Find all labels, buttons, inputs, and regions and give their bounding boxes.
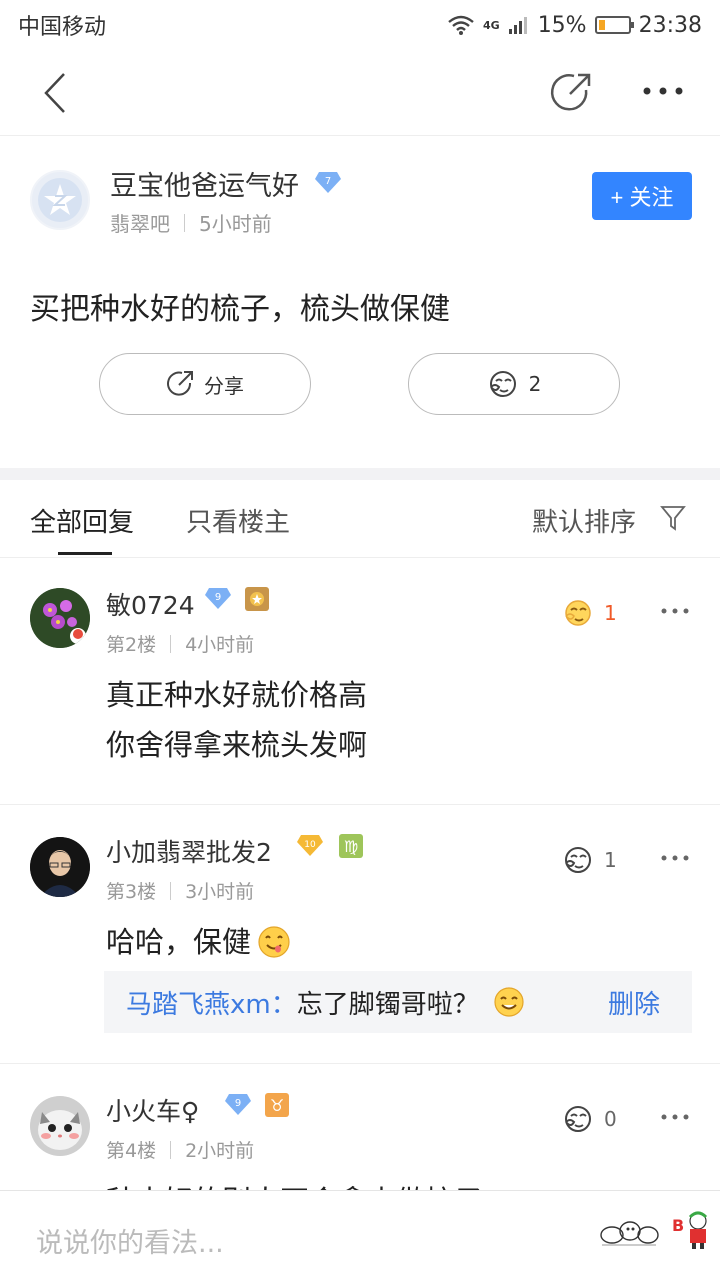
reply-avatar[interactable] xyxy=(30,1096,90,1156)
sub-reply-text: 忘了脚镯哥啦？ xyxy=(296,989,479,1020)
carrier-label: 中国移动 xyxy=(18,15,107,40)
cartoon-sticker-icon[interactable]: B xyxy=(672,1209,712,1251)
section-divider xyxy=(0,468,720,480)
nav-bar xyxy=(0,50,720,136)
reply-floor: 第4楼 xyxy=(106,1140,157,1162)
status-right: 4G 15% 23:38 xyxy=(447,13,702,38)
like-face-icon xyxy=(489,371,516,397)
reply-line: 种水好的别人不会拿来做梳子 xyxy=(106,1176,483,1190)
reply-content: 种水好的别人不会拿来做梳子 xyxy=(106,1176,483,1190)
svg-text:♉: ♉ xyxy=(270,1096,284,1115)
forum-name[interactable]: 翡翠吧 xyxy=(110,208,170,237)
clock: 23:38 xyxy=(638,12,702,38)
sub-reply[interactable]: 马踏飞燕xm： 忘了脚镯哥啦？ 删除 xyxy=(104,971,692,1033)
like-count: 2 xyxy=(528,372,542,396)
flower-avatar-image xyxy=(30,588,90,648)
level-diamond-icon: 10 xyxy=(297,835,323,856)
delete-sub-reply-button[interactable]: 删除 xyxy=(608,984,660,1021)
post-title: 买把种水好的梳子，梳头做保健 xyxy=(30,292,450,327)
reply-content: 真正种水好就价格高 你舍得拿来梳头发啊 xyxy=(106,670,367,770)
reply-floor: 第2楼 xyxy=(106,634,157,656)
post-header: 豆宝他爸运气好 7 翡翠吧 5小时前 + 关注 xyxy=(0,136,720,256)
tab-only-owner[interactable]: 只看楼主 xyxy=(186,502,290,539)
reply-author-name[interactable]: 敏0724 xyxy=(106,586,195,622)
reply-author-name[interactable]: 小火车♀ xyxy=(106,1092,199,1128)
author-avatar[interactable] xyxy=(30,170,90,230)
reply-tabs: 全部回复 只看楼主 默认排序 xyxy=(0,480,720,558)
tab-all-replies[interactable]: 全部回复 xyxy=(30,502,134,539)
reply-time: 3小时前 xyxy=(185,881,255,903)
reply-level: 10 xyxy=(304,840,316,850)
liked-face-icon xyxy=(565,600,591,626)
reply-floor: 第3楼 xyxy=(106,881,157,903)
reply-level: 9 xyxy=(235,1098,241,1109)
back-arrow-icon[interactable] xyxy=(36,68,76,118)
doodle-sticker-icon[interactable] xyxy=(598,1217,660,1247)
virgo-zodiac-icon: ♍ xyxy=(339,834,363,858)
reply-meta: 第4楼 2小时前 xyxy=(106,1136,254,1163)
author-name[interactable]: 豆宝他爸运气好 xyxy=(110,164,299,203)
author-level: 7 xyxy=(325,176,331,187)
medal-badge-icon xyxy=(245,587,269,611)
post-time: 5小时前 xyxy=(199,212,272,236)
person-avatar-image xyxy=(30,837,90,897)
reply-author-name[interactable]: 小加翡翠批发2 xyxy=(106,833,272,869)
reply-line: 你舍得拿来梳头发啊 xyxy=(106,728,368,762)
reply-avatar[interactable] xyxy=(30,588,90,648)
signal-icon xyxy=(508,17,527,34)
battery-icon xyxy=(594,16,634,34)
more-options-icon[interactable] xyxy=(640,76,686,106)
battery-percent: 15% xyxy=(537,12,587,38)
cat-avatar-image xyxy=(30,1096,90,1156)
share-icon[interactable] xyxy=(548,70,594,116)
reply-like-count: 0 xyxy=(604,1107,617,1131)
share-button[interactable]: 分享 xyxy=(99,353,311,415)
reply-content: 哈哈，保健 xyxy=(106,917,291,967)
reply-meta: 第2楼 4小时前 xyxy=(106,630,254,657)
share-icon xyxy=(167,371,193,396)
reply-more-icon[interactable] xyxy=(660,606,690,616)
svg-text:♍: ♍ xyxy=(344,837,358,856)
like-face-icon xyxy=(565,1106,591,1132)
reply-like-count: 1 xyxy=(604,601,617,625)
like-face-icon xyxy=(565,847,591,873)
reply-item: 敏0724 9 第2楼 4小时前 真正种水好就价格高 你舍得拿来梳头发啊 1 xyxy=(0,558,720,804)
level-diamond-icon: 9 xyxy=(205,588,231,609)
reply-more-icon[interactable] xyxy=(660,853,690,863)
reply-item: 小加翡翠批发2 10 ♍ 第3楼 3小时前 哈哈，保健 马踏飞燕xm： 忘了脚镯… xyxy=(0,805,720,1063)
network-type: 4G xyxy=(483,18,500,32)
author-meta: 翡翠吧 5小时前 xyxy=(110,208,272,237)
comment-input-placeholder[interactable]: 说说你的看法... xyxy=(36,1221,224,1260)
reply-line: 真正种水好就价格高 xyxy=(106,678,368,712)
smile-emoji-icon xyxy=(494,987,524,1017)
sort-selector[interactable]: 默认排序 xyxy=(532,502,636,539)
wifi-icon xyxy=(448,15,474,35)
status-bar: 中国移动 4G 15% 23:38 xyxy=(0,0,720,50)
filter-icon[interactable] xyxy=(660,504,686,532)
reply-time: 2小时前 xyxy=(185,1140,255,1162)
follow-button[interactable]: + 关注 xyxy=(592,172,692,220)
taurus-zodiac-icon: ♉ xyxy=(265,1093,289,1117)
level-diamond-icon: 9 xyxy=(225,1094,251,1115)
default-avatar-icon xyxy=(38,178,82,222)
reply-like-button[interactable]: 1 xyxy=(562,598,617,628)
reply-more-icon[interactable] xyxy=(660,1112,690,1122)
svg-text:B: B xyxy=(672,1216,684,1235)
reply-item: 小火车♀ 9 ♉ 第4楼 2小时前 种水好的别人不会拿来做梳子 0 xyxy=(0,1064,720,1190)
active-tab-indicator xyxy=(58,552,112,555)
reply-like-count: 1 xyxy=(604,848,617,872)
reply-avatar[interactable] xyxy=(30,837,90,897)
comment-input-bar[interactable]: 说说你的看法... B xyxy=(0,1190,720,1280)
share-label: 分享 xyxy=(204,373,244,398)
reply-meta: 第3楼 3小时前 xyxy=(106,877,254,904)
reply-time: 4小时前 xyxy=(185,634,255,656)
level-diamond-icon: 7 xyxy=(315,172,341,193)
reply-level: 9 xyxy=(215,592,221,603)
like-button[interactable]: 2 xyxy=(408,353,620,415)
reply-like-button[interactable]: 0 xyxy=(562,1104,617,1134)
sub-reply-author[interactable]: 马踏飞燕xm： xyxy=(126,984,297,1021)
reply-like-button[interactable]: 1 xyxy=(562,845,617,875)
reply-line: 哈哈，保健 xyxy=(106,925,252,959)
yummy-face-emoji-icon xyxy=(258,926,290,958)
